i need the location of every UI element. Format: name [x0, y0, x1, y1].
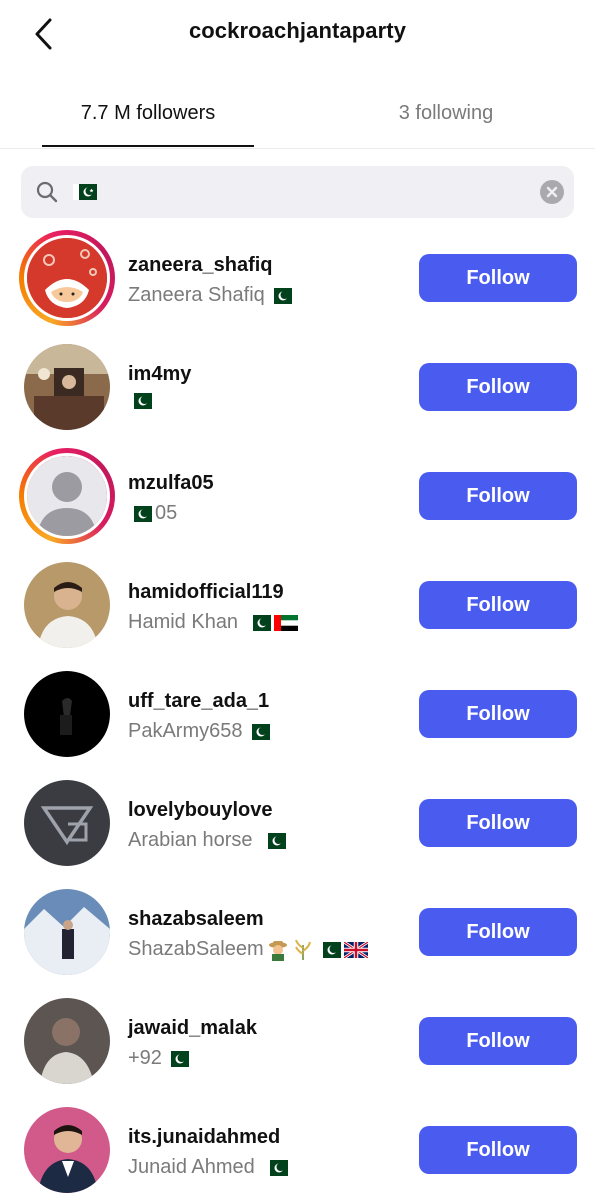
username[interactable]: uff_tare_ada_1 [128, 690, 269, 713]
full-name [128, 393, 152, 409]
username[interactable]: im4my [128, 363, 191, 386]
avatar [24, 671, 110, 757]
search-input[interactable] [21, 166, 574, 218]
username[interactable]: mzulfa05 [128, 472, 214, 495]
avatar-frame[interactable] [19, 884, 115, 980]
list-item[interactable]: lovelybouylove Arabian horse Follow [0, 767, 595, 876]
full-name: Junaid Ahmed [128, 1156, 288, 1179]
list-item[interactable]: uff_tare_ada_1 PakArmy658 Follow [0, 658, 595, 767]
display-name: ShazabSaleem [128, 938, 264, 960]
display-name: PakArmy658 [128, 720, 243, 742]
follow-button[interactable]: Follow [419, 799, 577, 847]
avatar [24, 235, 110, 321]
list-item[interactable]: jawaid_malak +92 Follow [0, 985, 595, 1094]
avatar [24, 998, 110, 1084]
search-icon [36, 181, 58, 203]
avatar-placeholder [24, 453, 110, 539]
avatar-frame[interactable] [19, 1102, 115, 1198]
pakistan-flag-icon [261, 832, 286, 849]
full-name: ShazabSaleem [128, 938, 368, 961]
display-name: +92 [128, 1047, 162, 1069]
clear-search-icon[interactable] [540, 180, 564, 204]
full-name: Arabian horse [128, 829, 286, 852]
full-name: PakArmy658 [128, 720, 270, 743]
page-title: cockroachjantaparty [188, 18, 407, 43]
avatar [24, 562, 110, 648]
followers-list: zaneera_shafiq Zaneera Shafiq Follow im4… [0, 222, 595, 1203]
rice-emoji-icon [294, 939, 311, 960]
avatar [24, 780, 110, 866]
pakistan-flag-icon [73, 184, 97, 200]
full-name: +92 [128, 1047, 189, 1070]
pakistan-flag-icon [267, 287, 292, 304]
tab-bar: 7.7 M followers 3 following [0, 88, 595, 149]
list-item[interactable]: shazabsaleem ShazabSaleem Follow [0, 876, 595, 985]
pakistan-flag-icon [128, 393, 152, 409]
uae-flag-icon [274, 614, 299, 631]
list-item[interactable]: hamidofficial119 Hamid Khan Follow [0, 549, 595, 658]
display-name: Junaid Ahmed [128, 1156, 255, 1178]
pakistan-flag-icon [263, 1159, 288, 1176]
username[interactable]: zaneera_shafiq [128, 254, 273, 277]
follow-button[interactable]: Follow [419, 581, 577, 629]
avatar [24, 1107, 110, 1193]
username[interactable]: its.junaidahmed [128, 1126, 280, 1149]
follow-button[interactable]: Follow [419, 1126, 577, 1174]
full-name: Hamid Khan [128, 611, 299, 634]
pakistan-flag-icon [164, 1050, 189, 1067]
username[interactable]: shazabsaleem [128, 908, 264, 931]
username[interactable]: jawaid_malak [128, 1017, 257, 1040]
search-query [73, 180, 97, 204]
list-item[interactable]: im4my Follow [0, 331, 595, 440]
avatar-frame[interactable] [19, 339, 115, 435]
display-name: Arabian horse [128, 829, 253, 851]
story-ring[interactable] [19, 230, 115, 326]
tab-following[interactable]: 3 following [340, 102, 552, 125]
display-name: Zaneera Shafiq [128, 284, 265, 306]
pakistan-flag-icon [247, 614, 272, 631]
list-item[interactable]: its.junaidahmed Junaid Ahmed Follow [0, 1094, 595, 1203]
username[interactable]: lovelybouylove [128, 799, 273, 822]
full-name: Zaneera Shafiq [128, 284, 292, 307]
story-ring[interactable] [19, 448, 115, 544]
full-name: 05 [128, 502, 177, 525]
active-tab-indicator [42, 145, 254, 147]
follow-button[interactable]: Follow [419, 690, 577, 738]
avatar [24, 889, 110, 975]
pakistan-flag-icon [316, 941, 341, 958]
avatar-frame[interactable] [19, 775, 115, 871]
list-item[interactable]: mzulfa05 05 Follow [0, 440, 595, 549]
top-bar: cockroachjantaparty [0, 0, 595, 70]
pakistan-flag-icon [245, 723, 270, 740]
display-name: 05 [155, 502, 178, 524]
username[interactable]: hamidofficial119 [128, 581, 284, 604]
avatar-frame[interactable] [19, 666, 115, 762]
display-name: Hamid Khan [128, 611, 239, 633]
follow-button[interactable]: Follow [419, 908, 577, 956]
tab-followers[interactable]: 7.7 M followers [42, 102, 254, 125]
list-item[interactable]: zaneera_shafiq Zaneera Shafiq Follow [0, 222, 595, 331]
uk-flag-icon [343, 941, 368, 958]
avatar-frame[interactable] [19, 557, 115, 653]
follow-button[interactable]: Follow [419, 1017, 577, 1065]
farmer-emoji-icon [268, 940, 287, 961]
follow-button[interactable]: Follow [419, 254, 577, 302]
pakistan-flag-icon [128, 505, 152, 522]
follow-button[interactable]: Follow [419, 472, 577, 520]
follow-button[interactable]: Follow [419, 363, 577, 411]
avatar-frame[interactable] [19, 993, 115, 1089]
avatar [24, 344, 110, 430]
